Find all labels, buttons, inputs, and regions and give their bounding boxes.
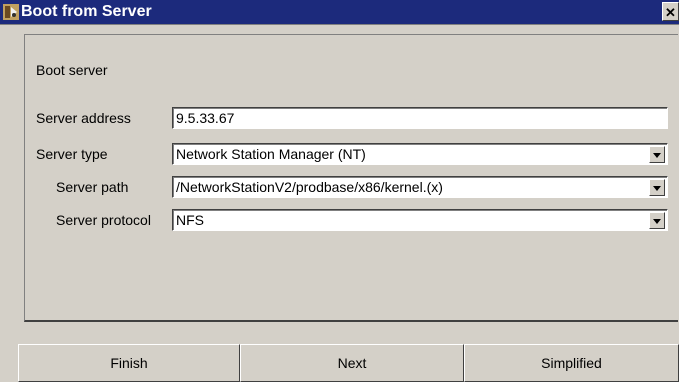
server-path-select[interactable]: /NetworkStationV2/prodbase/x86/kernel.(x…: [172, 176, 668, 198]
server-protocol-select[interactable]: NFS: [172, 209, 668, 231]
chevron-down-icon[interactable]: [649, 212, 665, 229]
title-bar: Boot from Server ✕: [0, 0, 679, 25]
app-icon: [3, 4, 19, 20]
chevron-down-icon[interactable]: [649, 146, 665, 163]
server-address-label: Server address: [36, 110, 131, 126]
server-type-select[interactable]: Network Station Manager (NT): [172, 143, 668, 165]
next-button[interactable]: Next: [240, 344, 464, 382]
server-type-label: Server type: [36, 146, 108, 162]
server-protocol-label: Server protocol: [56, 212, 151, 228]
server-path-label: Server path: [56, 179, 129, 195]
server-type-value: Network Station Manager (NT): [176, 146, 366, 162]
section-label: Boot server: [36, 62, 108, 78]
server-protocol-value: NFS: [176, 212, 204, 228]
server-address-value: 9.5.33.67: [176, 110, 235, 126]
server-path-value: /NetworkStationV2/prodbase/x86/kernel.(x…: [176, 179, 443, 195]
finish-button[interactable]: Finish: [18, 344, 240, 382]
simplified-button[interactable]: Simplified: [464, 344, 679, 382]
chevron-down-icon[interactable]: [649, 179, 665, 196]
close-button[interactable]: ✕: [662, 2, 679, 21]
server-address-input[interactable]: 9.5.33.67: [172, 107, 668, 129]
window-title: Boot from Server: [21, 3, 152, 20]
close-icon: ✕: [665, 5, 676, 20]
